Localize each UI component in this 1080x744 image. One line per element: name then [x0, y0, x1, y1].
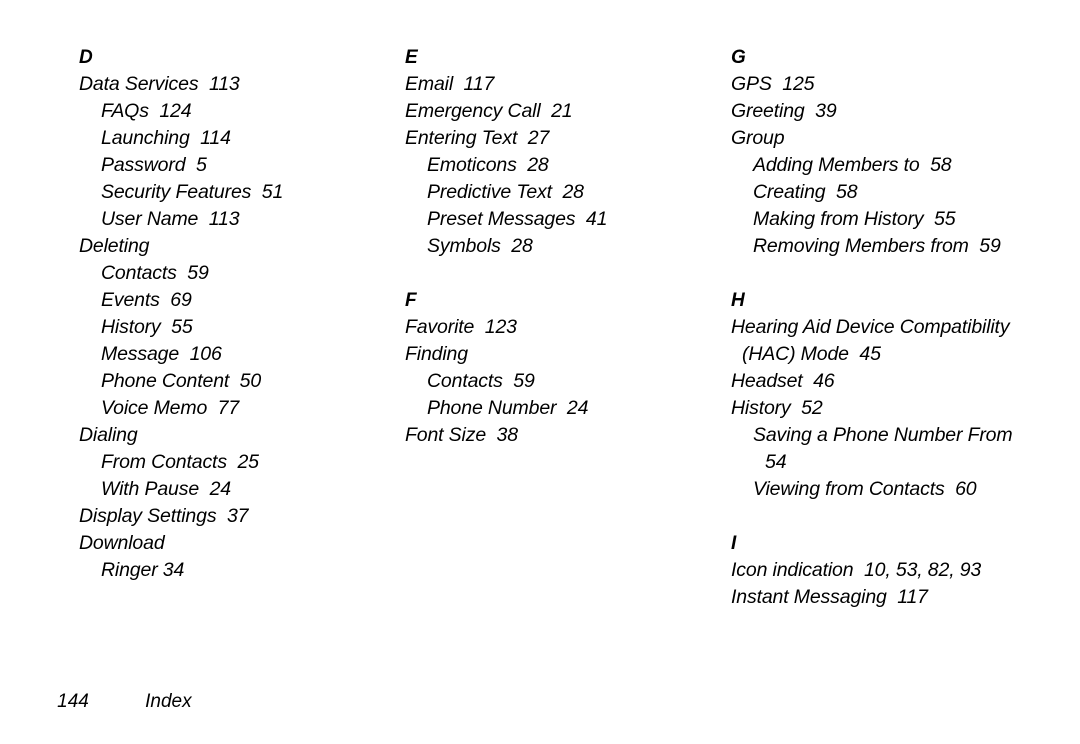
- index-section-e: E Email 117 Emergency Call 21 Entering Text…: [405, 44, 695, 260]
- index-column-2: E Email 117 Emergency Call 21 Entering Text…: [405, 44, 695, 449]
- index-section-g: G GPS 125 Greeting 39 Group Adding Members t…: [731, 44, 1031, 260]
- index-entry[interactable]: Download: [79, 530, 379, 557]
- index-entry[interactable]: Instant Messaging 117: [731, 584, 1031, 611]
- index-column-1: D Data Services 113 FAQs 124 Launching 114 P…: [79, 44, 379, 584]
- index-columns: D Data Services 113 FAQs 124 Launching 114 P…: [0, 0, 1080, 640]
- index-letter-heading: F: [405, 290, 417, 311]
- index-subentry[interactable]: Security Features 51: [79, 179, 379, 206]
- index-section-d: D Data Services 113 FAQs 124 Launching 114 P…: [79, 44, 379, 584]
- index-subentry[interactable]: Predictive Text 28: [405, 179, 695, 206]
- index-entry[interactable]: GPS 125: [731, 71, 1031, 98]
- index-subentry[interactable]: Events 69: [79, 287, 379, 314]
- index-subentry[interactable]: Removing Members from 59: [731, 233, 1031, 260]
- index-section-f: F Favorite 123 Finding Contacts 59 Phone Num…: [405, 287, 695, 449]
- index-subentry[interactable]: FAQs 124: [79, 98, 379, 125]
- index-subentry[interactable]: Phone Content 50: [79, 368, 379, 395]
- index-subentry[interactable]: Adding Members to 58: [731, 152, 1031, 179]
- index-letter-heading: G: [731, 47, 746, 68]
- index-subentry[interactable]: With Pause 24: [79, 476, 379, 503]
- index-letter-heading: H: [731, 290, 745, 311]
- index-page: D Data Services 113 FAQs 124 Launching 114 P…: [0, 0, 1080, 720]
- index-subentry[interactable]: Contacts 59: [405, 368, 695, 395]
- index-entry[interactable]: Data Services 113: [79, 71, 379, 98]
- index-subentry[interactable]: Creating 58: [731, 179, 1031, 206]
- index-letter-heading: E: [405, 47, 418, 68]
- index-entry[interactable]: Finding: [405, 341, 695, 368]
- index-subentry[interactable]: User Name 113: [79, 206, 379, 233]
- index-entry[interactable]: Email 117: [405, 71, 695, 98]
- index-entry[interactable]: Emergency Call 21: [405, 98, 695, 125]
- index-entry[interactable]: History 52: [731, 395, 1031, 422]
- index-section-i: I Icon indication 10, 53, 82, 93 Instant M…: [731, 530, 1031, 611]
- page-footer: 144 Index: [36, 660, 436, 712]
- index-entry[interactable]: Dialing: [79, 422, 379, 449]
- index-subentry[interactable]: Preset Messages 41: [405, 206, 695, 233]
- index-subentry[interactable]: Password 5: [79, 152, 379, 179]
- index-entry[interactable]: Group: [731, 125, 1031, 152]
- index-subentry[interactable]: Viewing from Contacts 60: [731, 476, 1031, 503]
- footer-label: Index: [145, 691, 192, 712]
- index-subentry[interactable]: Contacts 59: [79, 260, 379, 287]
- index-entry[interactable]: Headset 46: [731, 368, 1031, 395]
- index-subentry[interactable]: Making from History 55: [731, 206, 1031, 233]
- index-entry[interactable]: Greeting 39: [731, 98, 1031, 125]
- index-subentry[interactable]: History 55: [79, 314, 379, 341]
- index-subentry[interactable]: Emoticons 28: [405, 152, 695, 179]
- index-entry[interactable]: Entering Text 27: [405, 125, 695, 152]
- page-number: 144: [57, 691, 89, 712]
- index-section-h: H Hearing Aid Device Compatibility (HAC) …: [731, 287, 1031, 503]
- index-subentry[interactable]: From Contacts 25: [79, 449, 379, 476]
- index-entry[interactable]: Deleting: [79, 233, 379, 260]
- index-column-3: G GPS 125 Greeting 39 Group Adding Members t…: [731, 44, 1031, 611]
- index-subentry[interactable]: Launching 114: [79, 125, 379, 152]
- index-entry[interactable]: Icon indication 10, 53, 82, 93: [731, 557, 1031, 584]
- index-entry[interactable]: Hearing Aid Device Compatibility (HAC) M…: [731, 314, 1031, 368]
- index-subentry[interactable]: Saving a Phone Number From 54: [731, 422, 1031, 476]
- index-letter-heading: I: [731, 533, 737, 554]
- index-subentry[interactable]: Phone Number 24: [405, 395, 695, 422]
- index-entry[interactable]: Favorite 123: [405, 314, 695, 341]
- index-subentry[interactable]: Message 106: [79, 341, 379, 368]
- index-subentry[interactable]: Ringer 34: [79, 557, 379, 584]
- index-subentry[interactable]: Voice Memo 77: [79, 395, 379, 422]
- index-entry[interactable]: Font Size 38: [405, 422, 695, 449]
- index-subentry[interactable]: Symbols 28: [405, 233, 695, 260]
- index-entry[interactable]: Display Settings 37: [79, 503, 379, 530]
- index-letter-heading: D: [79, 47, 93, 68]
